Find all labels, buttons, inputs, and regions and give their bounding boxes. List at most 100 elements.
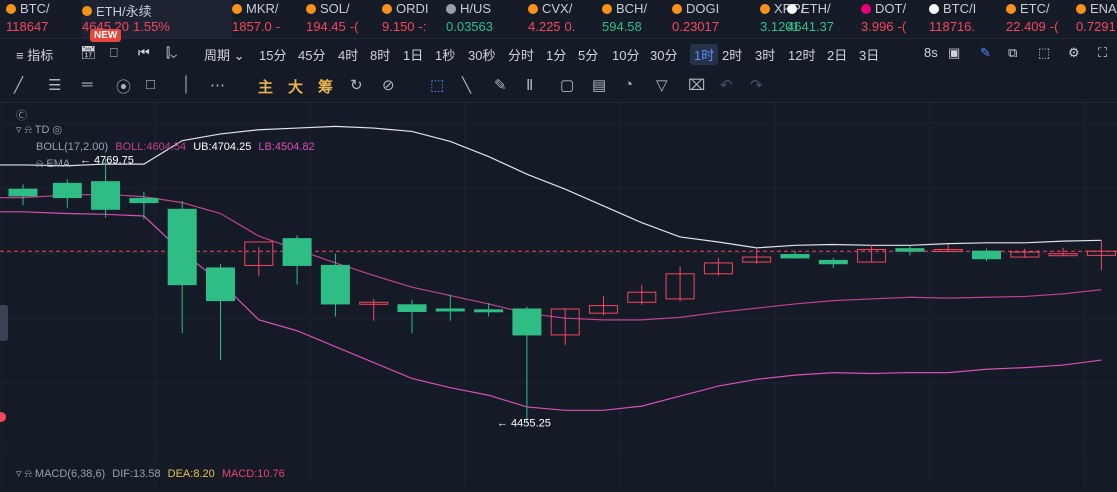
interval-button[interactable]: 12时 xyxy=(788,45,815,64)
ticker-item[interactable]: CVX/4.225 0. xyxy=(528,0,602,38)
redo-icon[interactable]: ↷ xyxy=(750,76,763,94)
ticker-symbol: ETC/ xyxy=(1006,1,1050,16)
interval-button[interactable]: 15分 xyxy=(259,45,286,64)
td-legend: ▿ ⍾ TD ◎ xyxy=(16,124,63,136)
trash-icon[interactable]: ⌧ xyxy=(688,76,705,94)
interval-button[interactable]: 30分 xyxy=(650,45,677,64)
lock-icon[interactable]: ▢ xyxy=(560,76,574,94)
chips-toggle[interactable]: 筹 xyxy=(318,76,333,97)
chart-toolbar: ≡ 指标 📅︎ ⎕ ⏮︎ ⫿⌄ 周期 ⌄ 8s ▣ ✎ ⧉ ⬚ ⚙ ⛶ 15分 4… xyxy=(0,38,1117,68)
interval-button[interactable]: 10分 xyxy=(612,45,639,64)
settings-icon[interactable]: ⚙ xyxy=(1068,45,1080,61)
undo-icon[interactable]: ↶ xyxy=(720,76,733,94)
ticker-item[interactable]: ETH/4641.37 xyxy=(787,0,861,38)
expand-icon[interactable]: ⛶ xyxy=(1098,45,1107,61)
rect-icon[interactable]: □ xyxy=(146,76,155,93)
ticker-price: 4.225 0. xyxy=(528,19,576,34)
ticker-price: 118647 xyxy=(6,19,49,34)
ticker-price: 0.23017 xyxy=(672,19,719,34)
ticker-item[interactable]: DOGI 0.23017 xyxy=(672,0,760,38)
high-label: ← 4769.75 xyxy=(80,154,134,166)
ticker-symbol: BCH/ xyxy=(602,1,647,16)
camera-icon[interactable]: ▣ xyxy=(948,45,960,61)
interval-button[interactable]: 1秒 xyxy=(435,45,455,64)
ticker-item[interactable]: BCH/594.58 xyxy=(602,0,672,38)
coin-icon xyxy=(446,3,456,14)
period-button[interactable]: 周期 ⌄ xyxy=(204,45,245,64)
ticker-symbol: BTC/ xyxy=(6,1,53,16)
calendar-icon[interactable]: 📅︎ xyxy=(80,45,97,61)
collapse-icon[interactable]: Ⓒ xyxy=(16,107,27,123)
interval-button[interactable]: 30秒 xyxy=(468,45,495,64)
interval-button[interactable]: 5分 xyxy=(578,45,598,64)
refresh-rate[interactable]: 8s xyxy=(924,45,938,60)
bars-icon[interactable]: Ⅱ xyxy=(526,76,533,94)
filter-icon[interactable]: ▽ xyxy=(656,76,668,94)
erase-line-icon[interactable]: ⊘ xyxy=(382,76,395,94)
pencil-icon[interactable]: ✎ xyxy=(980,45,991,61)
ticker-item[interactable]: XRP/3.1201 xyxy=(760,0,804,38)
ruler-icon[interactable]: ╲ xyxy=(462,76,471,94)
ticker-price: 1857.0- xyxy=(232,19,281,34)
candle-body xyxy=(435,308,465,312)
side-panel-handle[interactable] xyxy=(0,305,8,341)
ray-icon[interactable]: ⦿ xyxy=(116,76,131,97)
layout-icon[interactable]: ⎕ xyxy=(110,45,118,61)
ticker-item[interactable]: BTC/ 118647 xyxy=(6,0,82,38)
candle-type-icon[interactable]: ⫿⌄ xyxy=(166,45,177,61)
interval-button[interactable]: 2时 xyxy=(722,45,742,64)
interval-button[interactable]: 3日 xyxy=(859,45,879,64)
ticker-symbol: ENA/ xyxy=(1076,1,1117,16)
ticker-symbol: ETH/ xyxy=(787,1,831,16)
coin-icon xyxy=(528,3,538,14)
brush-icon[interactable]: ✎ xyxy=(494,76,507,94)
ticker-item[interactable]: BTC/I 118716. xyxy=(929,0,1006,38)
note-icon[interactable]: ▤ xyxy=(592,76,606,94)
interval-button[interactable]: 1日 xyxy=(403,45,423,64)
popout-icon[interactable]: ⧉ xyxy=(1008,45,1017,61)
sync-icon[interactable]: ↻ xyxy=(350,76,363,94)
large-toggle[interactable]: 大 xyxy=(288,76,303,97)
cursor-icon[interactable]: ⬚ xyxy=(430,76,444,94)
candlestick-chart[interactable]: ← 4769.75 ← 4455.25 xyxy=(0,103,1117,487)
ticker-price: 194.45 -( xyxy=(306,19,359,34)
fullscreen-icon[interactable]: ⬚ xyxy=(1038,45,1050,61)
trendline-icon[interactable]: ╱ xyxy=(14,76,23,94)
candle-body xyxy=(129,197,159,204)
interval-button[interactable]: 4时 xyxy=(338,45,358,64)
interval-button[interactable]: 1时 xyxy=(690,44,719,65)
chart-area[interactable]: ← 4769.75 ← 4455.25 Ⓒ ▿ ⍾ TD ◎ BOLL(17,2.… xyxy=(0,103,1117,487)
fib-icon[interactable]: ☰ xyxy=(48,76,61,94)
ticker-item[interactable]: MKR/1857.0- xyxy=(232,0,306,38)
interval-button[interactable]: 1分 xyxy=(546,45,566,64)
ticker-item[interactable]: ETC/22.409 -( xyxy=(1006,0,1076,38)
coin-icon xyxy=(1006,3,1016,14)
ticker-symbol: CVX/ xyxy=(528,1,572,16)
ticker-item[interactable]: DOT/3.996 -( xyxy=(861,0,929,38)
more-icon[interactable]: ⋯ xyxy=(210,76,225,94)
indicator-button[interactable]: ≡ 指标 xyxy=(16,45,53,64)
ticker-price: 0.03563 xyxy=(446,19,493,34)
ticker-symbol: SOL/ xyxy=(306,1,350,16)
ticker-price: 0.7291 xyxy=(1076,19,1116,34)
interval-button[interactable]: 45分 xyxy=(298,45,325,64)
magnet-icon[interactable]: ◔ xyxy=(624,76,633,93)
ticker-item[interactable]: H/US 0.03563 xyxy=(446,0,528,38)
ticker-symbol: ETH/永续 xyxy=(82,1,152,20)
interval-button[interactable]: 3时 xyxy=(755,45,775,64)
low-label: ← 4455.25 xyxy=(497,418,551,430)
hline-icon[interactable]: ═ xyxy=(82,76,93,93)
vline-icon[interactable]: │ xyxy=(182,76,191,93)
main-toggle[interactable]: 主 xyxy=(258,76,273,97)
ticker-item[interactable]: ORDI 9.150 -: xyxy=(382,0,446,38)
coin-icon xyxy=(382,3,392,14)
ticker-item[interactable]: SOL/194.45 -( xyxy=(306,0,382,38)
interval-button[interactable]: 2日 xyxy=(827,45,847,64)
macd-dea: DEA:8.20 xyxy=(167,468,215,480)
rewind-icon[interactable]: ⏮︎ xyxy=(138,45,150,61)
coin-icon xyxy=(82,5,92,16)
ticker-item[interactable]: ENA/0.7291 xyxy=(1076,0,1117,38)
ticker-symbol: ORDI xyxy=(382,1,429,16)
interval-button[interactable]: 分时 xyxy=(508,45,534,64)
interval-button[interactable]: 8时 xyxy=(370,45,390,64)
